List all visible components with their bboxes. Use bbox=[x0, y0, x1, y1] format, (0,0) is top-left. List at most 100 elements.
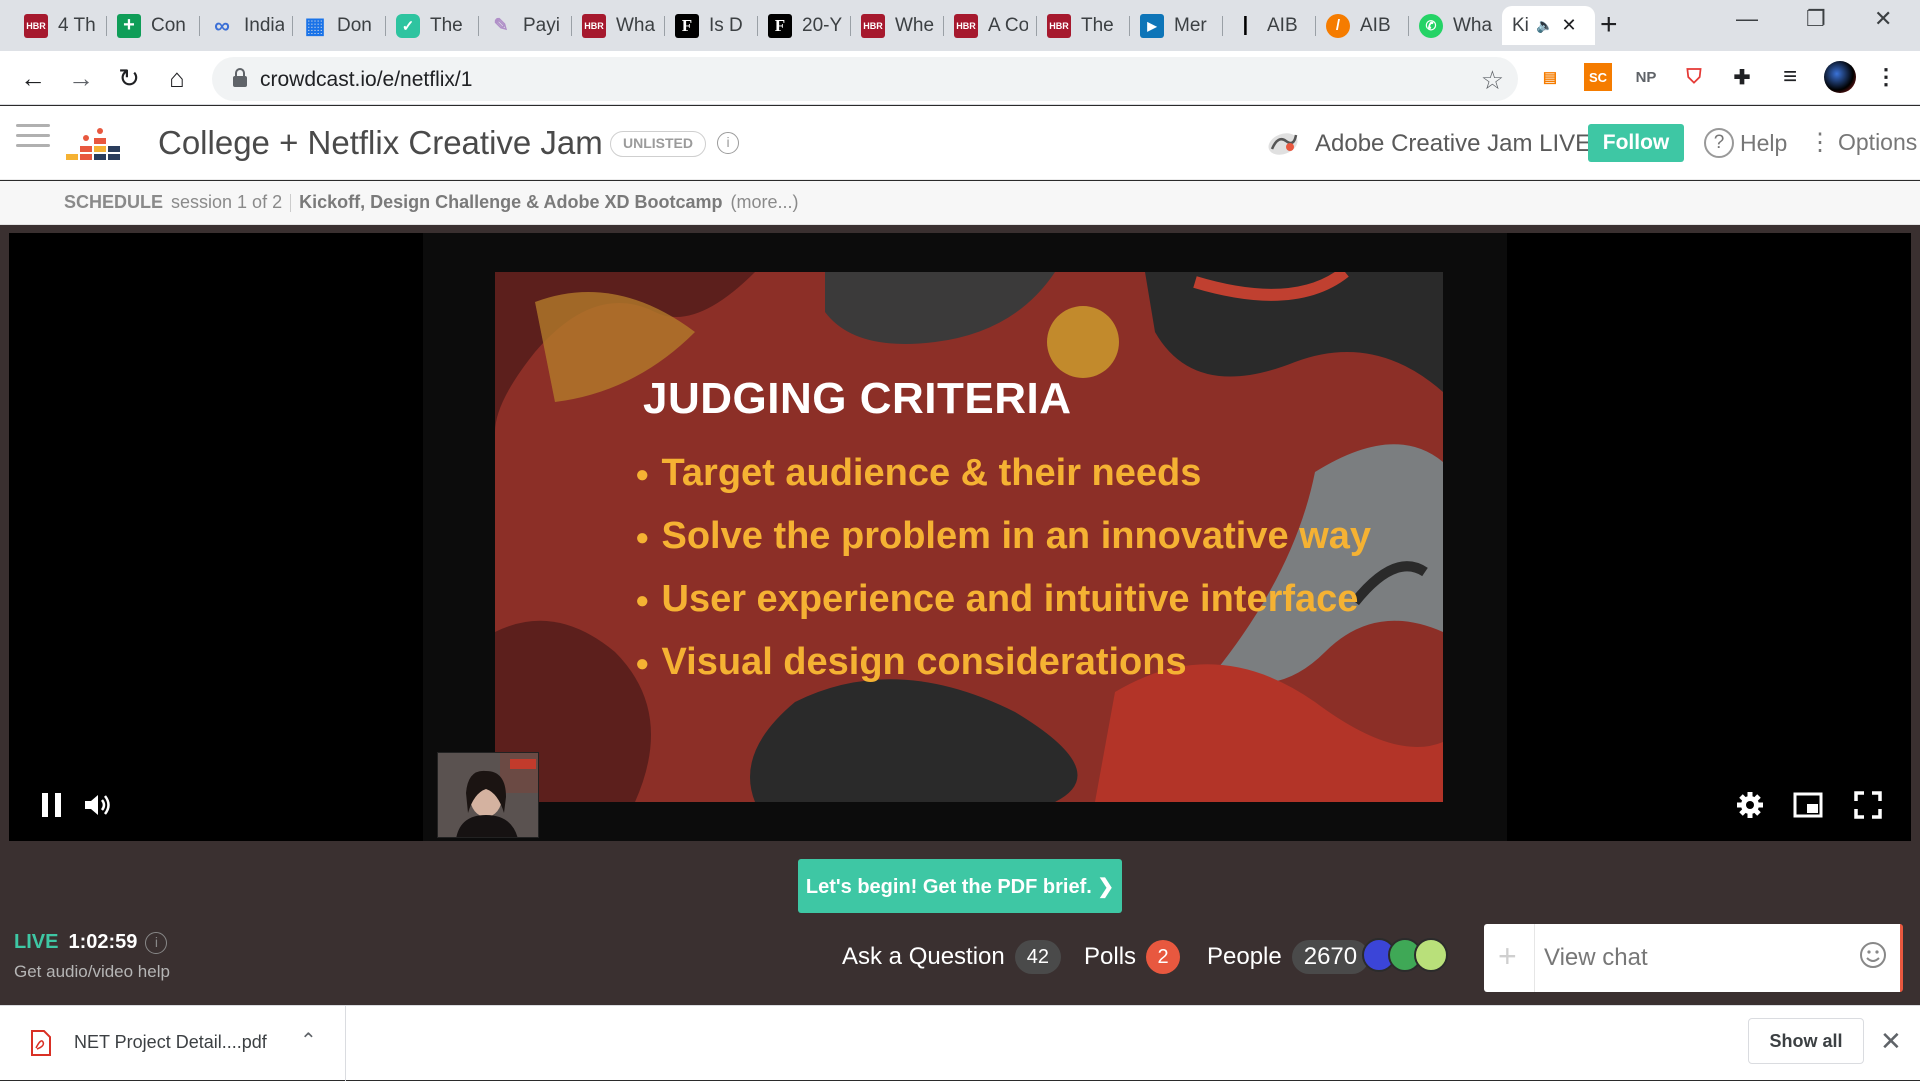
get-pdf-brief-button[interactable]: Let's begin! Get the PDF brief. ❯ bbox=[798, 859, 1122, 913]
tab-title: Wha bbox=[616, 14, 656, 36]
forward-icon[interactable]: → bbox=[64, 61, 98, 95]
speaker-webcam bbox=[437, 752, 539, 838]
fullscreen-icon[interactable] bbox=[1851, 788, 1885, 822]
download-item[interactable]: NET Project Detail....pdf ⌃ bbox=[0, 1006, 346, 1081]
more-link[interactable]: (more...) bbox=[730, 192, 798, 213]
browser-tab[interactable]: | AIB bbox=[1223, 6, 1316, 45]
back-icon[interactable]: ← bbox=[16, 61, 50, 95]
media-queue-icon[interactable]: ≡ bbox=[1776, 63, 1804, 91]
close-window-icon[interactable]: ✕ bbox=[1874, 6, 1892, 32]
browser-tab[interactable]: ▶ Mer bbox=[1130, 6, 1223, 45]
chat-attach-icon[interactable]: + bbox=[1498, 938, 1517, 975]
browser-tab[interactable]: ✎ Payi bbox=[479, 6, 572, 45]
bookmark-star-icon[interactable]: ☆ bbox=[1481, 65, 1504, 96]
stage: JUDGING CRITERIA ● Target audience & thei… bbox=[0, 225, 1920, 1005]
settings-gear-icon[interactable] bbox=[1733, 788, 1767, 822]
attendee-avatars[interactable] bbox=[1362, 938, 1448, 972]
schedule-label: SCHEDULE bbox=[64, 192, 164, 212]
tab-title: Payi bbox=[523, 14, 560, 36]
sc-ext-icon[interactable]: SC bbox=[1584, 63, 1612, 91]
tab-title: The bbox=[1081, 14, 1114, 36]
browser-tab[interactable]: HBR 4 Th bbox=[14, 6, 107, 45]
browser-tab[interactable]: F Is D bbox=[665, 6, 758, 45]
tab-title: Con bbox=[151, 14, 186, 36]
follow-button[interactable]: Follow bbox=[1588, 124, 1684, 162]
minimize-icon[interactable]: — bbox=[1736, 6, 1758, 32]
browser-tab[interactable]: HBR Wha bbox=[572, 6, 665, 45]
live-status: LIVE 1:02:59 i Get audio/video help bbox=[14, 931, 170, 982]
avatar bbox=[1414, 938, 1448, 972]
layout-ext-icon[interactable]: ▤ bbox=[1536, 63, 1564, 91]
browser-tab-active[interactable]: Ki 🔈 ✕ bbox=[1502, 6, 1595, 45]
hbr-icon: HBR bbox=[954, 13, 978, 38]
pause-icon[interactable] bbox=[35, 788, 69, 822]
browser-tab[interactable]: ✓ The bbox=[386, 6, 479, 45]
polls-count: 2 bbox=[1146, 940, 1181, 974]
browser-tab[interactable]: / AIB bbox=[1316, 6, 1409, 45]
people-button[interactable]: People 2670 bbox=[1207, 940, 1370, 974]
tab-title: Mer bbox=[1174, 14, 1207, 36]
session-title: Kickoff, Design Challenge & Adobe XD Boo… bbox=[299, 192, 723, 212]
ask-question-button[interactable]: Ask a Question 42 bbox=[842, 940, 1061, 974]
browser-tab[interactable]: HBR A Co bbox=[944, 6, 1037, 45]
browser-tab[interactable]: HBR The bbox=[1037, 6, 1130, 45]
browser-tab[interactable]: ∞ India bbox=[200, 6, 293, 45]
speaker-icon[interactable]: 🔈 bbox=[1536, 17, 1553, 34]
people-label: People bbox=[1207, 943, 1282, 970]
lock-icon bbox=[233, 68, 247, 87]
info-icon[interactable]: i bbox=[717, 132, 739, 154]
slide-bullet: ● User experience and intuitive interface bbox=[635, 578, 1359, 620]
volume-icon[interactable] bbox=[81, 788, 115, 822]
tab-title: AIB bbox=[1267, 14, 1298, 36]
url-text: crowdcast.io/e/netflix/1 bbox=[260, 68, 473, 91]
aib-orange-icon: / bbox=[1326, 13, 1350, 38]
browser-tab[interactable]: + Con bbox=[107, 6, 200, 45]
polls-button[interactable]: Polls 2 bbox=[1084, 940, 1181, 974]
options-button[interactable]: ⋮ Options bbox=[1808, 128, 1917, 157]
shield-check-icon: ✓ bbox=[396, 13, 420, 38]
audio-video-help-link[interactable]: Get audio/video help bbox=[14, 962, 170, 982]
close-downloads-icon[interactable]: ✕ bbox=[1880, 1026, 1902, 1057]
chevron-up-icon[interactable]: ⌃ bbox=[300, 1028, 317, 1053]
question-count: 42 bbox=[1014, 940, 1061, 974]
pdf-file-icon bbox=[31, 1030, 51, 1056]
host-name[interactable]: Adobe Creative Jam LIVE bbox=[1315, 130, 1591, 158]
browser-tab[interactable]: HBR Whe bbox=[851, 6, 944, 45]
polls-label: Polls bbox=[1084, 943, 1137, 970]
video-player[interactable]: JUDGING CRITERIA ● Target audience & thei… bbox=[9, 233, 1911, 841]
new-tab-button[interactable]: + bbox=[1600, 10, 1618, 40]
browser-tab[interactable]: ▦ Don bbox=[293, 6, 386, 45]
home-icon[interactable]: ⌂ bbox=[160, 61, 194, 95]
close-tab-icon[interactable]: ✕ bbox=[1561, 15, 1576, 36]
schedule-bar[interactable]: SCHEDULE session 1 of 2 Kickoff, Design … bbox=[0, 181, 1920, 225]
browser-tab[interactable]: ✆ Wha bbox=[1409, 6, 1502, 45]
show-all-button[interactable]: Show all bbox=[1748, 1018, 1864, 1064]
host-logo[interactable] bbox=[1266, 127, 1300, 161]
browser-tab[interactable]: F 20-Y bbox=[758, 6, 851, 45]
info-icon[interactable]: i bbox=[145, 931, 168, 954]
profile-avatar[interactable] bbox=[1824, 61, 1856, 93]
shield-ext-icon[interactable]: ⛉ bbox=[1680, 63, 1708, 91]
puzzle-icon[interactable]: ✚ bbox=[1728, 63, 1756, 91]
restore-icon[interactable]: ❐ bbox=[1806, 6, 1826, 32]
emoji-icon[interactable] bbox=[1858, 940, 1888, 970]
address-bar[interactable]: crowdcast.io/e/netflix/1 ☆ bbox=[212, 57, 1518, 101]
tab-title: A Co bbox=[988, 14, 1028, 36]
slide-bullet: ● Solve the problem in an innovative way bbox=[635, 515, 1372, 557]
hbr-icon: HBR bbox=[861, 13, 885, 38]
help-button[interactable]: ? Help bbox=[1704, 128, 1787, 158]
chat-input[interactable] bbox=[1544, 936, 1834, 980]
hamburger-menu-icon[interactable] bbox=[16, 124, 50, 154]
crowdcast-logo[interactable] bbox=[66, 128, 126, 162]
reload-icon[interactable]: ↻ bbox=[112, 61, 146, 95]
downloads-bar: NET Project Detail....pdf ⌃ Show all ✕ bbox=[0, 1005, 1920, 1081]
vertical-dots-icon: ⋮ bbox=[1808, 129, 1832, 156]
picture-in-picture-icon[interactable] bbox=[1791, 788, 1825, 822]
np-ext-icon[interactable]: NP bbox=[1632, 63, 1660, 91]
tab-title: Whe bbox=[895, 14, 935, 36]
live-elapsed-time: 1:02:59 bbox=[68, 931, 138, 953]
tab-title: 20-Y bbox=[802, 14, 842, 36]
infinity-icon: ∞ bbox=[214, 12, 230, 38]
help-label: Help bbox=[1740, 129, 1788, 156]
browser-menu-icon[interactable]: ⋮ bbox=[1872, 63, 1900, 91]
